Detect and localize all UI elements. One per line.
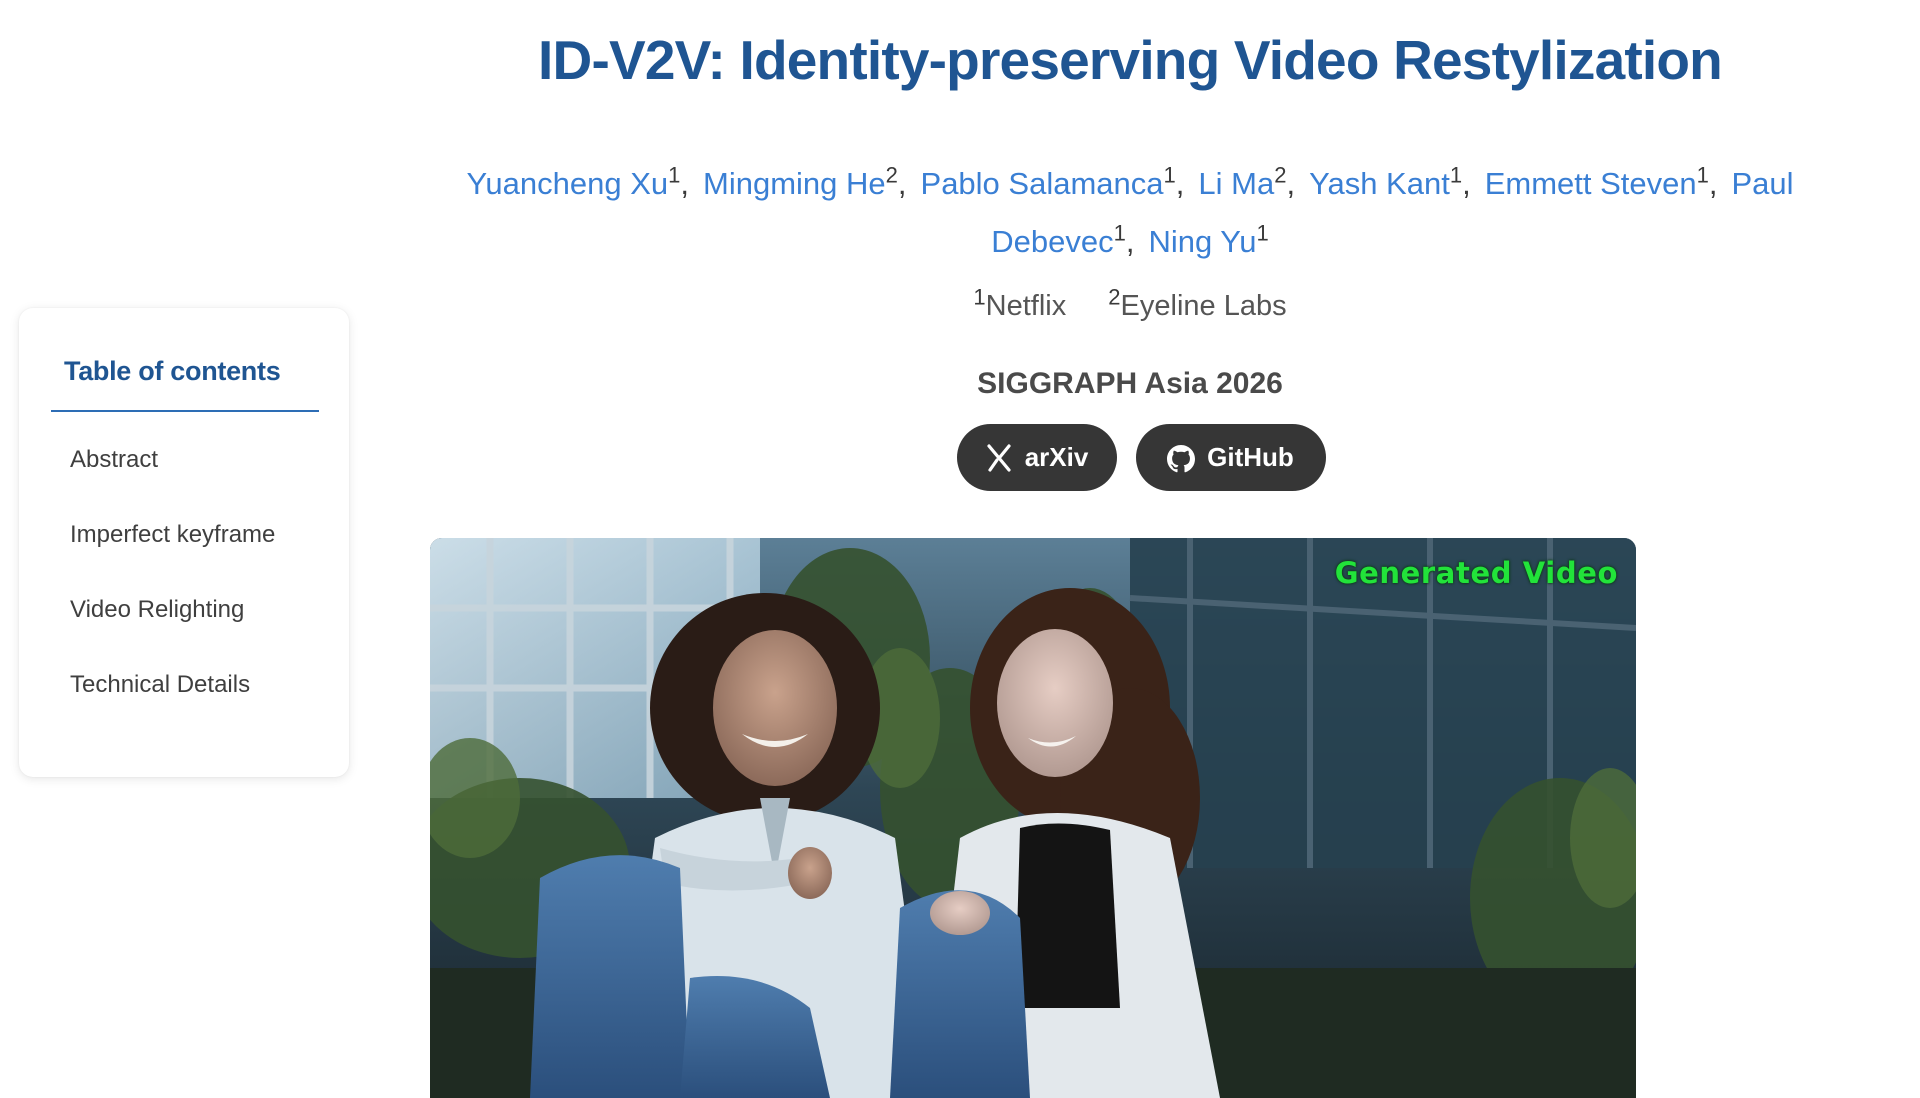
author-link-steven[interactable]: Emmett Steven1 xyxy=(1485,164,1709,201)
table-of-contents: Table of contents Abstract Imperfect key… xyxy=(19,308,349,777)
toc-item-video-relighting[interactable]: Video Relighting xyxy=(70,596,275,671)
affiliation-netflix: 1Netflix xyxy=(973,284,1067,322)
author-link-kant[interactable]: Yash Kant1 xyxy=(1309,164,1462,201)
toc-item-abstract[interactable]: Abstract xyxy=(70,446,275,521)
video-frame xyxy=(430,538,1636,1098)
author-link-salamanca[interactable]: Pablo Salamanca1 xyxy=(921,164,1176,201)
venue-label: SIGGRAPH Asia 2026 xyxy=(977,367,1283,400)
arxiv-label: arXiv xyxy=(1024,442,1089,472)
affiliation-eyeline: 2Eyeline Labs xyxy=(1108,284,1287,322)
toc-divider xyxy=(51,410,319,412)
author-link-debevec-first-part[interactable]: Paul xyxy=(1732,166,1794,201)
author-link-yu[interactable]: Ning Yu1 xyxy=(1148,222,1268,259)
toc-item-technical-details[interactable]: Technical Details xyxy=(70,671,275,746)
author-link-debevec[interactable]: Debevec1 xyxy=(991,222,1126,259)
author-list: Yuancheng Xu1, Mingming He2, Pablo Salaman… xyxy=(430,155,1830,271)
paper-links: arXiv GitHub xyxy=(430,424,1830,491)
toc-title: Table of contents xyxy=(64,356,281,386)
author-link-ma[interactable]: Li Ma2 xyxy=(1198,164,1286,201)
affiliation-list: 1Netflix 2Eyeline Labs xyxy=(430,284,1830,323)
generated-video-label: Generated Video xyxy=(1334,556,1618,590)
author-row-2: Debevec1, Ning Yu1 xyxy=(991,220,1269,259)
arxiv-x-icon xyxy=(985,443,1013,472)
author-row-1: Yuancheng Xu1, Mingming He2, Pablo Salaman… xyxy=(466,162,1794,201)
github-button[interactable]: GitHub xyxy=(1135,424,1326,491)
author-link-he[interactable]: Mingming He2 xyxy=(703,164,898,201)
toc-item-imperfect-keyframe[interactable]: Imperfect keyframe xyxy=(70,521,275,596)
arxiv-button[interactable]: arXiv xyxy=(956,424,1117,491)
github-octocat-icon xyxy=(1167,444,1196,472)
github-label: GitHub xyxy=(1207,442,1294,472)
page-title: ID-V2V: Identity-preserving Video Restyl… xyxy=(538,29,1723,91)
toc-list: Abstract Imperfect keyframe Video Religh… xyxy=(70,446,275,746)
author-link-xu[interactable]: Yuancheng Xu1 xyxy=(466,164,680,201)
generated-video-player[interactable]: Generated Video xyxy=(430,538,1636,1098)
